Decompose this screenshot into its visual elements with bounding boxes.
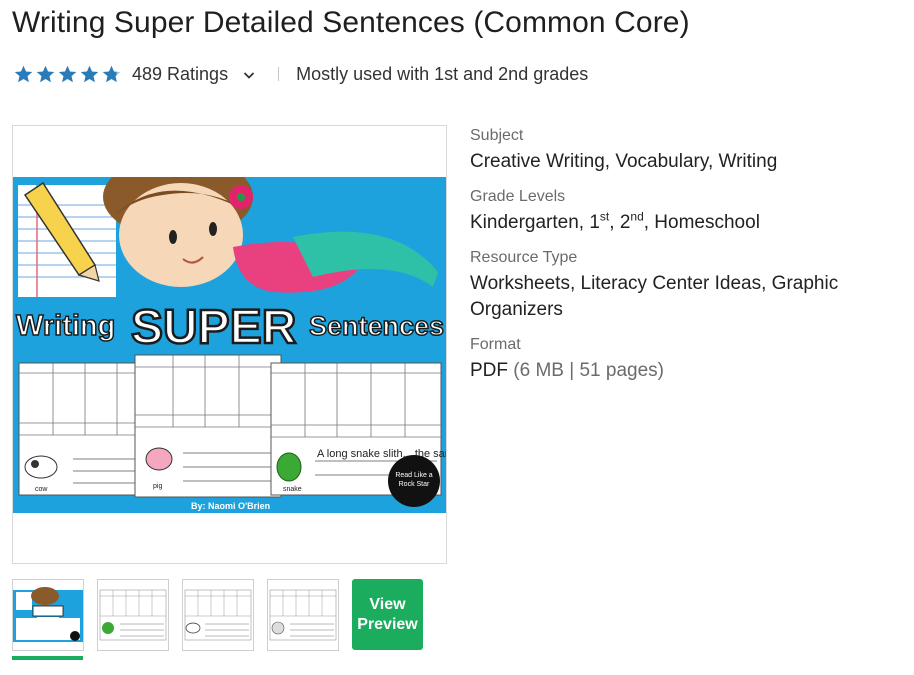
format-separator: | (569, 360, 575, 381)
cover-label-snake: snake (283, 486, 302, 493)
cover-word-sentences: Sentences (309, 311, 444, 341)
thumbnail-strip: View Preview (12, 579, 423, 651)
star-half-icon (102, 65, 121, 82)
grade-mid: , 2 (609, 212, 631, 233)
format-block: Format PDF (6 MB | 51 pages) (470, 336, 890, 384)
cover-label-cow: cow (35, 486, 48, 493)
thumbnail-1[interactable] (12, 579, 84, 651)
format-pages: 51 pages) (579, 360, 664, 381)
thumbnail-worksheet-icon (269, 589, 337, 641)
thumbnail-worksheet-icon (99, 589, 167, 641)
grade-k: Kindergarten, 1 (470, 212, 600, 233)
worksheet-middle: pig (134, 354, 282, 498)
thumbnail-worksheet-icon (184, 589, 252, 641)
cover-word-super: SUPER (131, 301, 296, 354)
badge-line-1: Read Like a (395, 472, 432, 479)
grade-block: Grade Levels Kindergarten, 1st, 2nd, Hom… (470, 188, 890, 236)
star-icon (80, 65, 99, 82)
resource-links[interactable]: Worksheets, Literacy Center Ideas, Graph… (470, 271, 890, 323)
star-icon (14, 65, 33, 82)
grade-sup-2: nd (630, 209, 644, 224)
view-preview-line1: View (369, 595, 406, 613)
format-type: PDF (470, 360, 508, 381)
rating-row: 489 Ratings Mostly used with 1st and 2nd… (13, 62, 588, 86)
thumbnail-cover-icon (13, 587, 83, 642)
subject-label: Subject (470, 127, 524, 144)
active-thumbnail-indicator (12, 656, 83, 660)
thumbnail-4[interactable] (267, 579, 339, 651)
resource-label: Resource Type (470, 249, 578, 266)
resource-block: Resource Type Worksheets, Literacy Cente… (470, 249, 890, 323)
resource-line-2: Organizers (470, 299, 563, 320)
divider (278, 67, 280, 81)
grade-links[interactable]: Kindergarten, 1st, 2nd, Homeschool (470, 210, 890, 236)
ratings-dropdown[interactable]: 489 Ratings (132, 64, 256, 85)
chevron-down-icon (243, 72, 255, 79)
star-icon (36, 65, 55, 82)
view-preview-line2: Preview (357, 615, 418, 633)
format-label: Format (470, 336, 521, 353)
thumbnail-2[interactable] (97, 579, 169, 651)
format-value: PDF (6 MB | 51 pages) (470, 358, 890, 384)
star-rating[interactable] (13, 64, 122, 85)
grade-label: Grade Levels (470, 188, 566, 205)
star-icon (58, 65, 77, 82)
grade-sup-1: st (599, 209, 610, 224)
ratings-count: 489 Ratings (132, 63, 229, 84)
subject-block: Subject Creative Writing, Vocabulary, Wr… (470, 127, 890, 175)
cover-byline: By: Naomi O'Brien (191, 501, 270, 511)
cover-word-writing: Writing (16, 310, 115, 342)
cover-label-pig: pig (153, 483, 162, 490)
product-title: Writing Super Detailed Sentences (Common… (12, 6, 690, 39)
main-product-image[interactable]: Writing SUPER Sentences cow pig A long s… (12, 125, 447, 564)
badge-line-2: Rock Star (399, 481, 430, 488)
subject-links[interactable]: Creative Writing, Vocabulary, Writing (470, 151, 777, 172)
resource-line-1: Worksheets, Literacy Center Ideas, Graph… (470, 273, 839, 294)
cover-illustration: Writing SUPER Sentences cow pig A long s… (13, 177, 446, 513)
grade-tail: , Homeschool (643, 212, 760, 233)
thumbnail-3[interactable] (182, 579, 254, 651)
format-size: (6 MB (513, 360, 564, 381)
cover-sentence: A long snake slith... the sand last nig.… (317, 448, 446, 460)
grades-note: Mostly used with 1st and 2nd grades (296, 63, 589, 84)
product-details: Subject Creative Writing, Vocabulary, Wr… (470, 127, 890, 397)
worksheet-left: cow (18, 362, 148, 496)
view-preview-button[interactable]: View Preview (352, 579, 423, 650)
